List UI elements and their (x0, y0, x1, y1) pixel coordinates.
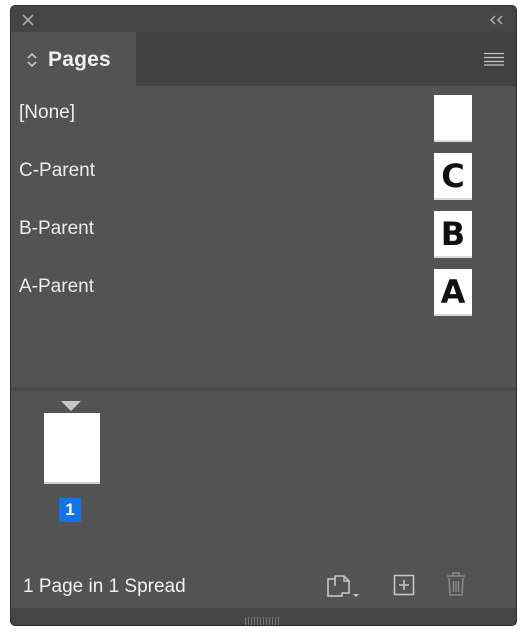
spread-marker-icon (61, 401, 81, 411)
double-chevron-left-icon[interactable] (489, 13, 505, 25)
parent-item-c[interactable]: C-Parent C (11, 144, 516, 200)
pages-panel: Pages [None] C-Parent C B-Parent B A-Par… (10, 5, 517, 626)
parent-item-none[interactable]: [None] (11, 86, 516, 142)
parent-thumbnail-letter: B (440, 215, 466, 253)
parent-item-a[interactable]: A-Parent A (11, 260, 516, 316)
new-page-icon[interactable] (393, 574, 415, 596)
updown-chevron-icon (26, 52, 38, 68)
parent-thumbnail-letter: C (441, 157, 465, 195)
panel-tabbar: Pages (11, 32, 516, 86)
tab-label: Pages (48, 48, 111, 71)
parent-label: [None] (19, 102, 75, 123)
edit-page-size-icon[interactable] (327, 574, 365, 600)
parent-thumbnail (434, 95, 472, 142)
panel-menu-icon[interactable] (484, 52, 504, 66)
parent-item-b[interactable]: B-Parent B (11, 202, 516, 258)
close-icon[interactable] (21, 13, 35, 27)
parent-label: B-Parent (19, 218, 94, 239)
page-number-label[interactable]: 1 (59, 498, 81, 522)
panel-titlebar (11, 6, 516, 32)
parent-label: A-Parent (19, 276, 94, 297)
parent-label: C-Parent (19, 160, 96, 181)
parent-thumbnail: C (434, 153, 472, 200)
parent-thumbnail: A (434, 269, 472, 316)
parent-thumbnail-letter: A (440, 273, 466, 311)
panel-footer: 1 Page in 1 Spread (11, 556, 516, 608)
page-thumbnail[interactable] (44, 413, 100, 484)
status-text: 1 Page in 1 Spread (23, 576, 186, 597)
parent-thumbnail: B (434, 211, 472, 258)
document-pages-area: 1 (11, 391, 516, 556)
trash-icon[interactable] (445, 571, 467, 597)
panel-bottom-bar (11, 608, 516, 625)
parent-pages-list: [None] C-Parent C B-Parent B A-Parent A (11, 86, 516, 386)
resize-grip-icon[interactable] (243, 612, 283, 625)
tab-pages[interactable]: Pages (11, 32, 136, 86)
